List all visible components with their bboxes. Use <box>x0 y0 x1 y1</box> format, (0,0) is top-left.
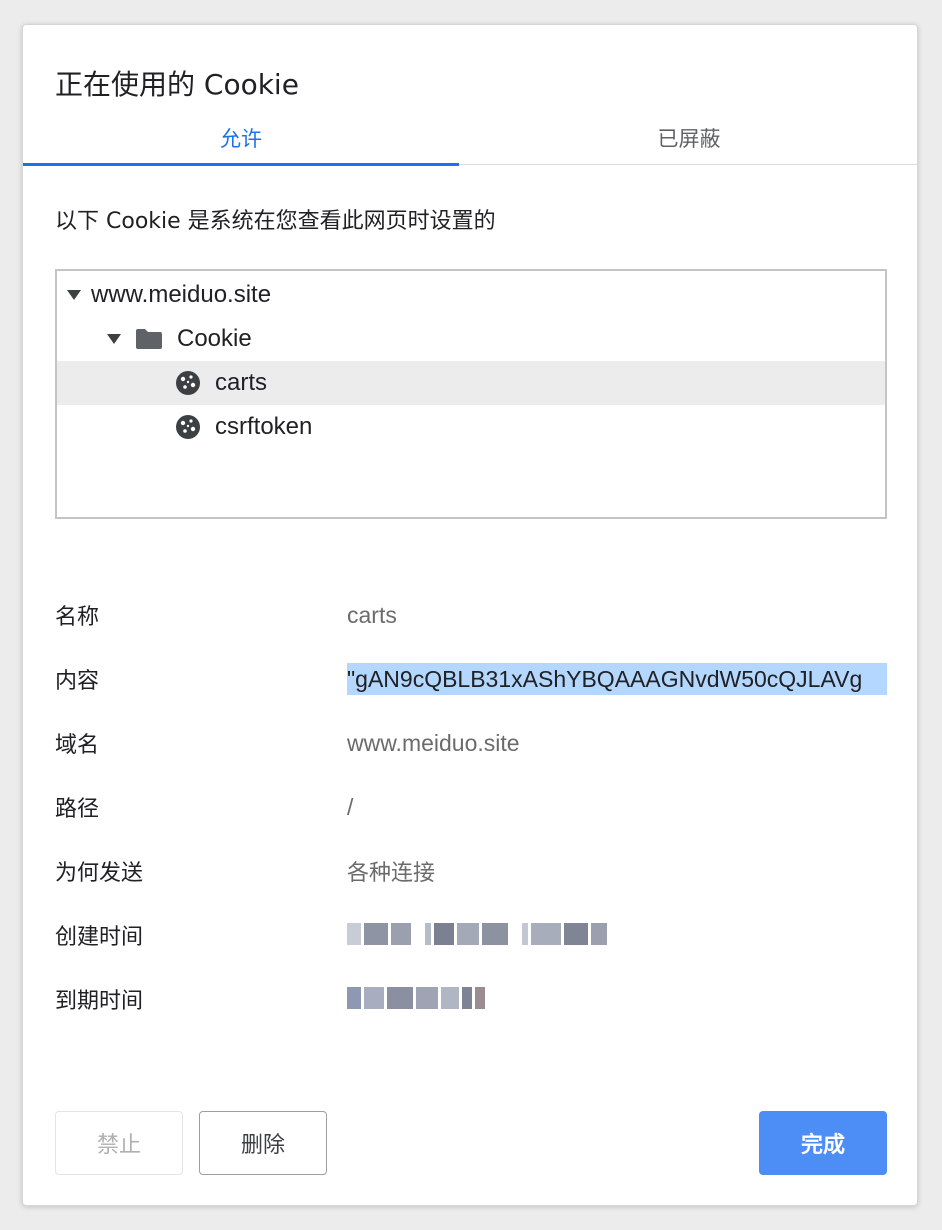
detail-label: 到期时间 <box>55 989 144 1014</box>
detail-row-name: 名称 carts <box>55 595 889 635</box>
detail-label: 名称 <box>55 605 100 630</box>
dialog-title: 正在使用的 Cookie <box>55 68 299 101</box>
cookie-icon <box>175 370 201 396</box>
folder-icon <box>135 328 163 350</box>
blurred-created-value <box>347 923 607 947</box>
detail-label: 内容 <box>55 669 100 694</box>
detail-label: 创建时间 <box>55 925 144 950</box>
detail-row-domain: 域名 www.meiduo.site <box>55 723 889 763</box>
tab-allowed[interactable]: 允许 <box>23 111 459 166</box>
cookie-icon <box>175 414 201 440</box>
detail-label: 路径 <box>55 797 100 822</box>
detail-value-name: carts <box>347 601 397 628</box>
detail-value-path: / <box>347 793 354 820</box>
detail-value-send-for: 各种连接 <box>347 861 436 886</box>
cookies-dialog: 正在使用的 Cookie 允许 已屏蔽 以下 Cookie 是系统在您查看此网页… <box>22 24 918 1206</box>
detail-row-send-for: 为何发送 各种连接 <box>55 851 889 891</box>
detail-row-content: 内容 "gAN9cQBLB31xAShYBQAAAGNvdW50cQJLAVg <box>55 659 889 699</box>
cookie-label: csrftoken <box>215 413 313 440</box>
detail-value-domain: www.meiduo.site <box>347 729 520 756</box>
detail-row-expires: 到期时间 <box>55 979 889 1019</box>
detail-row-created: 创建时间 <box>55 915 889 955</box>
tree-node-cookie-csrftoken[interactable]: csrftoken <box>57 405 885 449</box>
cookie-tree[interactable]: www.meiduo.site Cookie carts csrftoken <box>55 269 887 519</box>
detail-label: 为何发送 <box>55 861 144 886</box>
cookie-label: carts <box>215 369 268 396</box>
tree-node-cookie-carts[interactable]: carts <box>57 361 885 405</box>
tab-bar: 允许 已屏蔽 <box>23 111 917 166</box>
tree-node-site[interactable]: www.meiduo.site <box>57 273 885 317</box>
site-label: www.meiduo.site <box>91 281 272 308</box>
blurred-expires-value <box>347 987 485 1011</box>
block-button[interactable]: 禁止 <box>55 1111 183 1175</box>
expand-triangle-icon[interactable] <box>67 290 81 300</box>
remove-button[interactable]: 删除 <box>199 1111 327 1175</box>
folder-label: Cookie <box>177 325 252 352</box>
tab-blocked[interactable]: 已屏蔽 <box>459 111 917 165</box>
done-button[interactable]: 完成 <box>759 1111 887 1175</box>
detail-label: 域名 <box>55 733 100 758</box>
description-text: 以下 Cookie 是系统在您查看此网页时设置的 <box>55 209 496 234</box>
detail-value-content[interactable]: "gAN9cQBLB31xAShYBQAAAGNvdW50cQJLAVg <box>347 663 887 695</box>
tree-node-folder[interactable]: Cookie <box>57 317 885 361</box>
detail-row-path: 路径 / <box>55 787 889 827</box>
expand-triangle-icon[interactable] <box>107 334 121 344</box>
